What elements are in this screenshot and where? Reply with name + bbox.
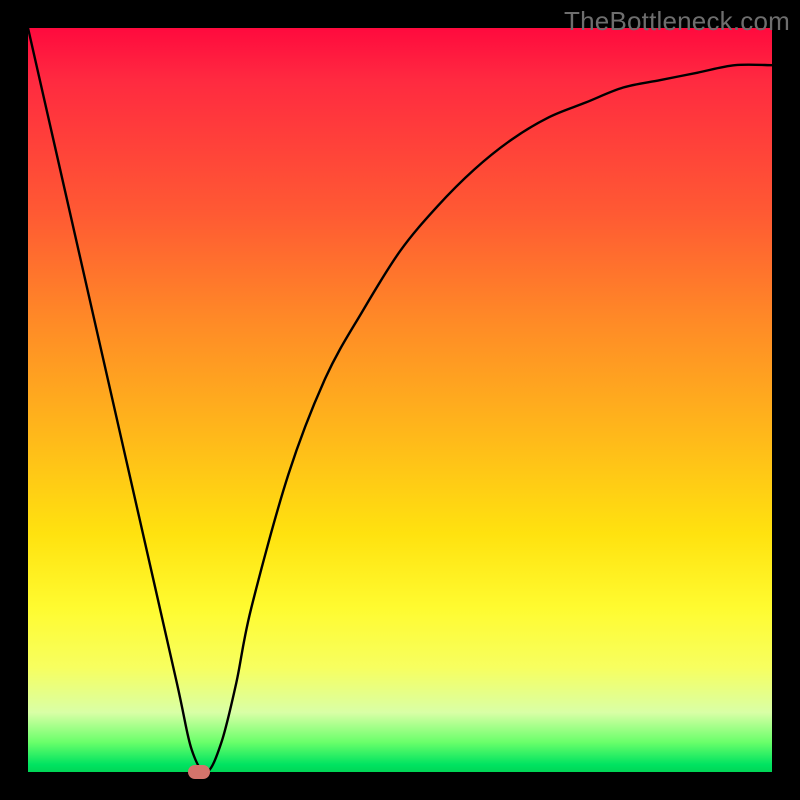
chart-frame: TheBottleneck.com (0, 0, 800, 800)
plot-area (28, 28, 772, 772)
watermark-text: TheBottleneck.com (564, 6, 790, 37)
optimal-point-marker (188, 765, 210, 779)
bottleneck-curve (28, 28, 772, 772)
